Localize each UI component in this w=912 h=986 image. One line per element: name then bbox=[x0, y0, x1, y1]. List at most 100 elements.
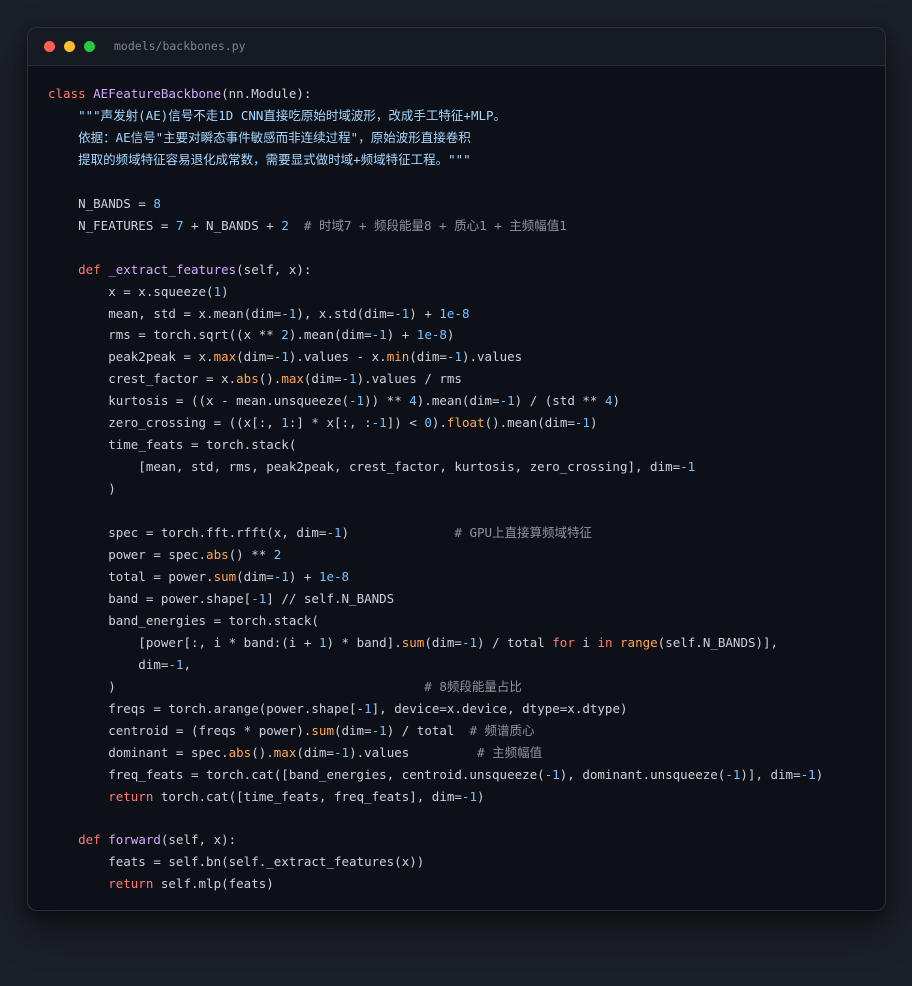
builtin-token: abs bbox=[206, 547, 229, 563]
keyword-token: return bbox=[48, 788, 154, 804]
code-line: ) # 8频段能量占比 bbox=[48, 676, 823, 698]
code-line: time_feats = torch.stack( bbox=[48, 434, 823, 456]
number-token: 1e-8 bbox=[439, 305, 470, 321]
code-text-token: (dim= bbox=[333, 722, 372, 738]
code-text-token: ), x.std(dim= bbox=[296, 305, 395, 321]
number-token: -1 bbox=[371, 722, 387, 738]
code-text-token: kurtosis = ((x - mean.unsqueeze( bbox=[48, 393, 350, 409]
code-line: band_energies = torch.stack( bbox=[48, 610, 823, 632]
keyword-token: def bbox=[48, 261, 109, 277]
code-line: N_FEATURES = 7 + N_BANDS + 2 # 时域7 + 频段能… bbox=[48, 215, 823, 237]
code-text-token: [mean, std, rms, peak2peak, crest_factor… bbox=[48, 459, 681, 475]
function-name-token: forward bbox=[108, 832, 161, 848]
code-text-token: ).values bbox=[349, 744, 410, 760]
code-line: [mean, std, rms, peak2peak, crest_factor… bbox=[48, 456, 823, 478]
number-token: -1 bbox=[394, 305, 410, 321]
keyword-token: for bbox=[552, 634, 575, 650]
code-text-token: )], dim= bbox=[740, 766, 801, 782]
code-text-token: )) ** bbox=[364, 393, 410, 409]
code-text-token: spec = torch.fft.rfft(x, dim= bbox=[48, 525, 327, 541]
code-line: return torch.cat([time_feats, freq_feats… bbox=[48, 786, 823, 808]
code-line: [power[:, i * band:(i + 1) * band].sum(d… bbox=[48, 632, 823, 654]
code-line: mean, std = x.mean(dim=-1), x.std(dim=-1… bbox=[48, 303, 823, 325]
code-text-token: + N_BANDS + bbox=[183, 217, 282, 233]
number-token: -1 bbox=[168, 656, 184, 672]
number-token: -1 bbox=[273, 349, 289, 365]
code-text-token: ) bbox=[446, 327, 455, 343]
code-line: x = x.squeeze(1) bbox=[48, 281, 823, 303]
builtin-token: sum bbox=[401, 634, 425, 650]
code-text-token: ) + bbox=[288, 568, 319, 584]
code-line: peak2peak = x.max(dim=-1).values - x.min… bbox=[48, 346, 823, 368]
code-text-token: ), dominant.unsqueeze( bbox=[559, 766, 726, 782]
code-block[interactable]: class AEFeatureBackbone(nn.Module): """声… bbox=[48, 83, 823, 895]
number-token: -1 bbox=[446, 349, 462, 365]
code-line: feats = self.bn(self._extract_features(x… bbox=[48, 851, 823, 873]
code-line: band = power.shape[-1] // self.N_BANDS bbox=[48, 588, 823, 610]
number-token: 1e-8 bbox=[416, 327, 447, 343]
code-line: freqs = torch.arange(power.shape[-1], de… bbox=[48, 698, 823, 720]
code-text-token: (). bbox=[258, 371, 282, 387]
code-text-token: N_FEATURES = bbox=[48, 217, 176, 233]
builtin-token: max bbox=[273, 744, 297, 760]
number-token: 2 bbox=[273, 547, 282, 563]
close-window-button[interactable] bbox=[44, 41, 55, 52]
code-text-token: total = power. bbox=[48, 568, 214, 584]
builtin-token: abs bbox=[236, 371, 259, 387]
code-line: rms = torch.sqrt((x ** 2).mean(dim=-1) +… bbox=[48, 324, 823, 346]
number-token: -1 bbox=[273, 568, 289, 584]
code-text-token: rms = torch.sqrt((x ** bbox=[48, 327, 282, 343]
code-text-token: freqs = torch.arange(power.shape[ bbox=[48, 700, 357, 716]
code-text-token: ) bbox=[221, 283, 229, 299]
number-token: 1 bbox=[213, 283, 222, 299]
code-text-token: ) bbox=[341, 525, 350, 541]
code-text-token: , bbox=[183, 656, 192, 672]
docstring-token: 依据：AE信号"主要对瞬态事件敏感而非连续过程"，原始波形直接卷积 bbox=[48, 129, 471, 145]
code-text-token: ) bbox=[48, 481, 116, 497]
comment-token: # 时域7 + 频段能量8 + 质心1 + 主频幅值1 bbox=[288, 217, 567, 233]
keyword-token: return bbox=[48, 876, 154, 892]
code-text-token: (nn.Module): bbox=[221, 86, 312, 101]
code-text-token: () ** bbox=[228, 547, 274, 563]
comment-token: # 主频幅值 bbox=[409, 744, 543, 760]
minimize-window-button[interactable] bbox=[64, 41, 75, 52]
code-text-token: ). bbox=[431, 415, 447, 431]
code-text-token: self.mlp(feats) bbox=[153, 876, 274, 892]
code-text-token: band_energies = torch.stack( bbox=[48, 612, 319, 628]
code-text-token: (dim= bbox=[409, 349, 447, 365]
keyword-token: def bbox=[48, 832, 109, 848]
code-text-token: i bbox=[574, 634, 598, 650]
builtin-token: abs bbox=[228, 744, 252, 760]
number-token: -1 bbox=[251, 590, 267, 606]
code-text-token: ).mean(dim= bbox=[416, 393, 500, 409]
builtin-token: max bbox=[281, 371, 304, 387]
number-token: 0 bbox=[424, 415, 432, 431]
code-text-token: band = power.shape[ bbox=[48, 590, 252, 606]
number-token: -1 bbox=[574, 415, 590, 431]
code-text-token: (dim= bbox=[236, 568, 274, 584]
code-text-token: ).values bbox=[461, 349, 523, 365]
code-line: spec = torch.fft.rfft(x, dim=-1) # GPU上直… bbox=[48, 522, 823, 544]
code-line: 提取的频域特征容易退化成常数，需要显式做时域+频域特征工程。""" bbox=[48, 149, 823, 171]
code-text-token: ) + bbox=[386, 327, 417, 343]
code-line: class AEFeatureBackbone(nn.Module): bbox=[48, 83, 823, 105]
code-text-token: [power[:, i * band:(i + bbox=[48, 634, 319, 650]
code-line: dim=-1, bbox=[48, 654, 823, 676]
code-text-token: (dim= bbox=[424, 634, 462, 650]
code-text-token: ).values / rms bbox=[356, 371, 462, 387]
builtin-token: sum bbox=[311, 722, 334, 738]
number-token: 2 bbox=[281, 327, 289, 343]
code-line: def forward(self, x): bbox=[48, 829, 823, 851]
number-token: -1 bbox=[800, 766, 816, 782]
code-text-token: (self.N_BANDS)], bbox=[657, 634, 779, 650]
number-token: -1 bbox=[326, 525, 342, 541]
number-token: -1 bbox=[371, 327, 387, 343]
number-token: -1 bbox=[725, 766, 741, 782]
code-line: ) bbox=[48, 478, 823, 500]
code-text-token: ) bbox=[476, 788, 485, 804]
maximize-window-button[interactable] bbox=[84, 41, 95, 52]
number-token: 1e-8 bbox=[318, 568, 350, 584]
number-token: -1 bbox=[461, 634, 478, 650]
